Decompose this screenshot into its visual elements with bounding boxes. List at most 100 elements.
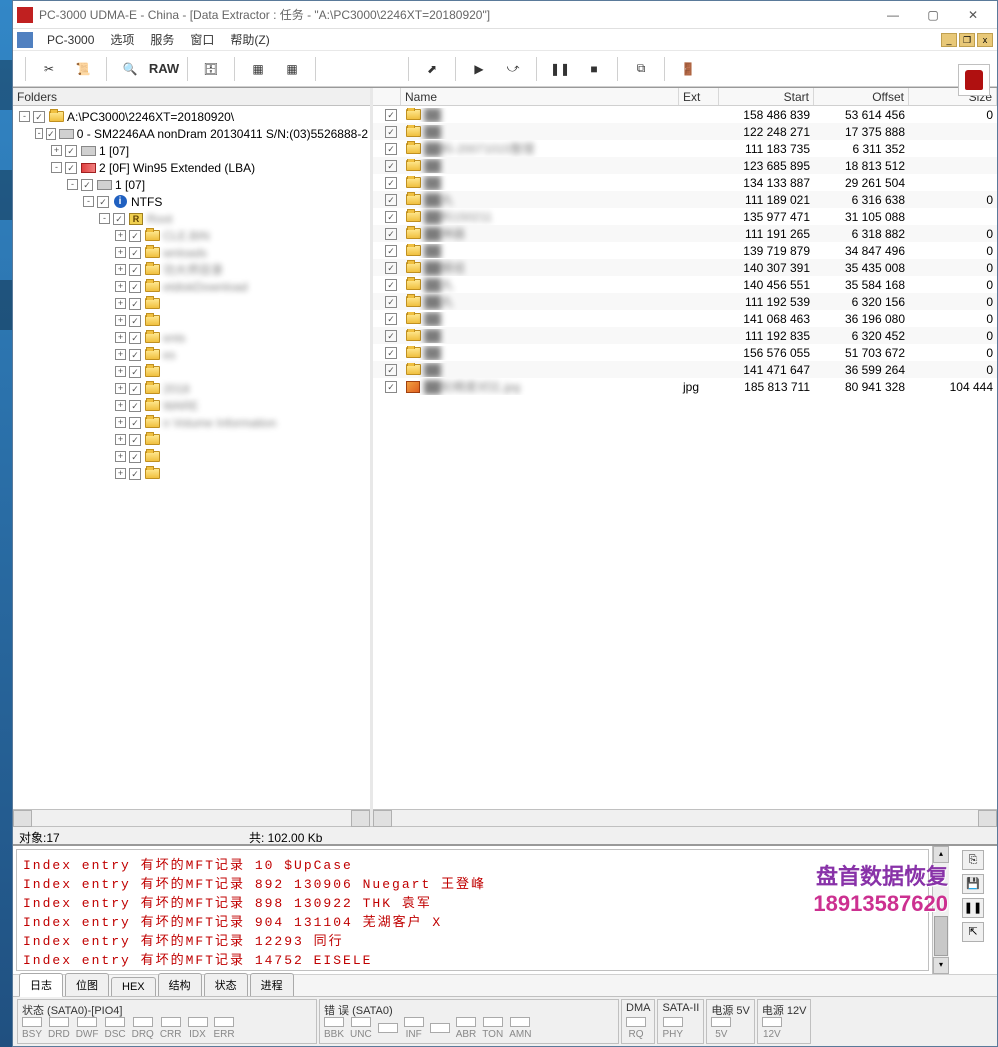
table-row[interactable]: ✓██轮精度对比.jpgjpg185 813 71180 941 328104 … [373,378,997,395]
sectors-icon[interactable]: ▦ [243,55,273,83]
tree-row[interactable]: +✓es [15,346,368,363]
tree-checkbox[interactable]: ✓ [129,400,141,412]
table-row[interactable]: ✓██156 576 05551 703 6720 [373,344,997,361]
tree-row[interactable]: +✓WARE [15,397,368,414]
tree-row[interactable]: +✓ [15,295,368,312]
tree-row[interactable]: -✓RRoot [15,210,368,227]
expand-icon[interactable]: + [115,451,126,462]
file-grid[interactable]: ✓██158 486 83953 614 4560✓██122 248 2711… [373,106,997,809]
tree-row[interactable]: +✓CLE.BIN [15,227,368,244]
tree-checkbox[interactable]: ✓ [129,230,141,242]
log-output[interactable]: Index entry 有坏的MFT记录 10 $UpCaseIndex ent… [16,849,929,971]
row-checkbox[interactable]: ✓ [385,313,397,325]
col-start[interactable]: Start [719,88,814,105]
table-row[interactable]: ✓██141 068 46336 196 0800 [373,310,997,327]
tab-结构[interactable]: 结构 [158,973,202,996]
expand-icon[interactable]: + [115,349,126,360]
row-checkbox[interactable]: ✓ [385,364,397,376]
table-row[interactable]: ✓██139 719 87934 847 4960 [373,242,997,259]
row-checkbox[interactable]: ✓ [385,296,397,308]
minimize-button[interactable]: — [873,2,913,28]
menu-services[interactable]: 服务 [142,29,182,50]
expand-icon[interactable]: + [115,332,126,343]
tree-row[interactable]: +✓功大师目录 [15,261,368,278]
log-vscrollbar[interactable]: ▴ ▾ [932,846,949,974]
log-copy-icon[interactable]: ⎘ [962,850,984,870]
pause-icon[interactable]: ❚❚ [545,55,575,83]
expand-icon[interactable]: + [51,145,62,156]
tree-hscrollbar[interactable] [13,809,370,826]
log-save-icon[interactable]: 💾 [962,874,984,894]
row-checkbox[interactable]: ✓ [385,228,397,240]
mdi-close[interactable]: x [977,33,993,47]
menu-window[interactable]: 窗口 [182,29,222,50]
expand-icon[interactable]: + [115,417,126,428]
tree-checkbox[interactable]: ✓ [129,434,141,446]
script-icon[interactable]: 📜 [68,55,98,83]
expand-icon[interactable]: + [115,281,126,292]
table-row[interactable]: ✓██丸111 189 0216 316 6380 [373,191,997,208]
table-row[interactable]: ✓██模组140 307 39135 435 0080 [373,259,997,276]
tree-row[interactable]: -✓2 [0F] Win95 Extended (LBA) [15,159,368,176]
tools-icon[interactable]: ✂ [34,55,64,83]
mdi-restore[interactable]: ❐ [959,33,975,47]
expand-icon[interactable]: - [19,111,30,122]
log-export-icon[interactable]: ⇱ [962,922,984,942]
table-row[interactable]: ✓██122 248 27117 375 888 [373,123,997,140]
row-checkbox[interactable]: ✓ [385,126,397,138]
table-row[interactable]: ✓██神器111 191 2656 318 8820 [373,225,997,242]
expand-icon[interactable]: - [67,179,78,190]
stop-icon[interactable]: ■ [579,55,609,83]
row-checkbox[interactable]: ✓ [385,143,397,155]
grid-hscrollbar[interactable] [373,809,997,826]
menu-help[interactable]: 帮助(Z) [222,29,277,50]
expand-icon[interactable]: + [115,315,126,326]
tree-row[interactable]: -✓1 [07] [15,176,368,193]
tree-row[interactable]: -✓A:\PC3000\2246XT=20180920\ [15,108,368,125]
tree-checkbox[interactable]: ✓ [129,349,141,361]
close-button[interactable]: ✕ [953,2,993,28]
binoculars-icon[interactable]: 🔍 [115,55,145,83]
tree-checkbox[interactable]: ✓ [129,247,141,259]
tree-row[interactable]: +✓etdiskDownload [15,278,368,295]
tree-checkbox[interactable]: ✓ [129,264,141,276]
maximize-button[interactable]: ▢ [913,2,953,28]
expand-icon[interactable]: + [115,434,126,445]
raw-button[interactable]: RAW [149,55,179,83]
tab-进程[interactable]: 进程 [250,973,294,996]
tree-checkbox[interactable]: ✓ [33,111,45,123]
row-checkbox[interactable]: ✓ [385,279,397,291]
tab-位图[interactable]: 位图 [65,973,109,996]
tree-row[interactable]: +✓wnloads [15,244,368,261]
table-row[interactable]: ✓██134 133 88729 261 504 [373,174,997,191]
table-row[interactable]: ✓██141 471 64736 599 2640 [373,361,997,378]
tree-checkbox[interactable]: ✓ [129,298,141,310]
row-checkbox[interactable]: ✓ [385,177,397,189]
disk-icon[interactable]: 🗄 [196,55,226,83]
tree-checkbox[interactable]: ✓ [81,179,93,191]
tree-row[interactable]: -✓0 - SM2246AA nonDram 20130411 S/N:(03)… [15,125,368,142]
tree-row[interactable]: +✓n Volume Information [15,414,368,431]
tree-checkbox[interactable]: ✓ [129,366,141,378]
row-checkbox[interactable]: ✓ [385,347,397,359]
expand-icon[interactable]: - [99,213,110,224]
tab-状态[interactable]: 状态 [204,973,248,996]
expand-icon[interactable]: - [51,162,62,173]
row-checkbox[interactable]: ✓ [385,262,397,274]
row-checkbox[interactable]: ✓ [385,245,397,257]
tree-checkbox[interactable]: ✓ [129,332,141,344]
col-offset[interactable]: Offset [814,88,909,105]
tree-row[interactable]: +✓ [15,312,368,329]
sectors2-icon[interactable]: ▦ [277,55,307,83]
database-icon[interactable] [958,64,990,96]
step-icon[interactable]: ⤻ [498,55,528,83]
tree-row[interactable]: +✓ [15,448,368,465]
tree-checkbox[interactable]: ✓ [129,468,141,480]
play-icon[interactable]: ▶ [464,55,494,83]
expand-icon[interactable]: + [115,383,126,394]
tree-row[interactable]: +✓ [15,465,368,482]
table-row[interactable]: ✓██丸111 192 5396 320 1560 [373,293,997,310]
row-checkbox[interactable]: ✓ [385,194,397,206]
expand-icon[interactable]: - [83,196,94,207]
table-row[interactable]: ✓██料150211135 977 47131 105 088 [373,208,997,225]
